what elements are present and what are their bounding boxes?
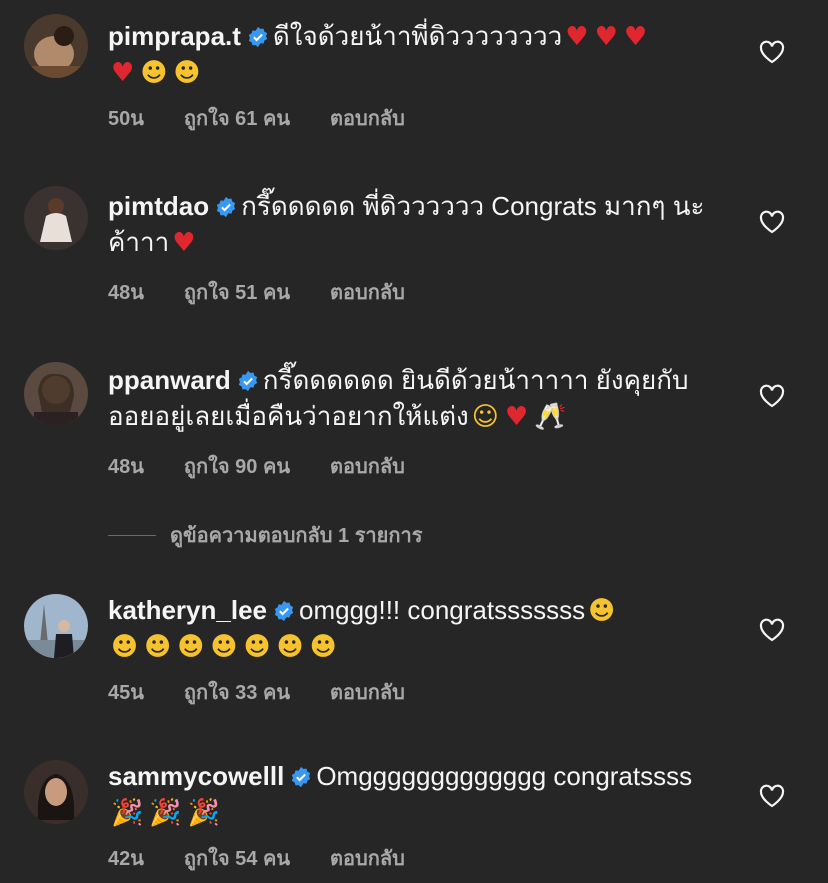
avatar[interactable] [24,14,88,78]
heart-eyes-emoji-icon: ☻ [276,632,304,662]
view-replies-button[interactable]: ดูข้อความตอบกลับ 1 รายการ [108,522,422,548]
like-count[interactable]: ถูกใจ 33 คน [184,676,290,708]
party-popper-emoji-icon: 🎉 [111,798,144,828]
heart-eyes-emoji-icon: ☻ [243,632,271,662]
verified-badge-icon [248,26,268,48]
heart-emoji-icon: ♥ [504,402,529,432]
heart-emoji-icon: ♥ [594,22,618,52]
comment-time: 48น [108,282,144,304]
smiling-face-emoji-icon: ☺ [471,402,499,432]
reply-button[interactable]: ตอบกลับ [330,276,405,308]
like-heart-icon[interactable] [759,40,785,64]
view-replies-label: ดูข้อความตอบกลับ 1 รายการ [170,525,423,547]
heart-eyes-emoji-icon: ☻ [309,632,337,662]
username[interactable]: sammycowelll [108,761,284,791]
comment-time: 50น [108,108,144,130]
heart-eyes-emoji-icon: ☻ [210,632,238,662]
avatar[interactable] [24,760,88,824]
like-heart-icon[interactable] [759,384,785,408]
heart-eyes-emoji-icon: ☻ [144,632,172,662]
avatar[interactable] [24,594,88,658]
heart-emoji-icon: ♥ [623,22,648,52]
like-count[interactable]: ถูกใจ 90 คน [184,450,290,482]
comment-text: omggg!!! congratsssssss [298,595,586,625]
reply-button[interactable]: ตอบกลับ [330,450,405,482]
heart-eyes-emoji-icon: ☻ [140,58,168,88]
verified-badge-icon [292,766,311,788]
comment-text: ดีใจด้วยน้าาพี่ดิวววววววว [272,21,563,51]
like-count[interactable]: ถูกใจ 51 คน [184,276,290,308]
comment-text: Omggggggggggggg congratssss [316,761,693,791]
divider [108,534,156,536]
heart-emoji-icon: ♥ [172,228,196,258]
reply-button[interactable]: ตอบกลับ [330,676,405,708]
username[interactable]: katheryn_lee [108,595,267,625]
heart-emoji-icon: ♥ [111,58,135,88]
heart-eyes-emoji-icon: ☻ [173,58,201,88]
clinking-glasses-emoji-icon: 🥂 [534,402,567,432]
verified-badge-icon [238,370,257,392]
like-heart-icon[interactable] [759,210,785,234]
heart-eyes-emoji-icon: ☻ [177,632,205,662]
reply-button[interactable]: ตอบกลับ [330,102,405,134]
heart-eyes-emoji-icon: ☻ [588,596,616,626]
avatar[interactable] [24,362,88,426]
comment-time: 42น [108,848,144,870]
reply-button[interactable]: ตอบกลับ [330,842,405,874]
comment-time: 48น [108,456,144,478]
comment-time: 45น [108,682,144,704]
like-heart-icon[interactable] [759,784,785,808]
username[interactable]: pimprapa.t [108,21,241,51]
username[interactable]: pimtdao [108,191,209,221]
like-heart-icon[interactable] [759,618,785,642]
party-popper-emoji-icon: 🎉 [149,798,182,828]
like-count[interactable]: ถูกใจ 61 คน [184,102,290,134]
avatar[interactable] [24,186,88,250]
party-popper-emoji-icon: 🎉 [187,798,221,828]
username[interactable]: ppanward [108,365,231,395]
heart-eyes-emoji-icon: ☻ [111,632,139,662]
like-count[interactable]: ถูกใจ 54 คน [184,842,290,874]
verified-badge-icon [216,196,236,218]
verified-badge-icon [274,600,294,622]
heart-emoji-icon: ♥ [565,22,589,52]
